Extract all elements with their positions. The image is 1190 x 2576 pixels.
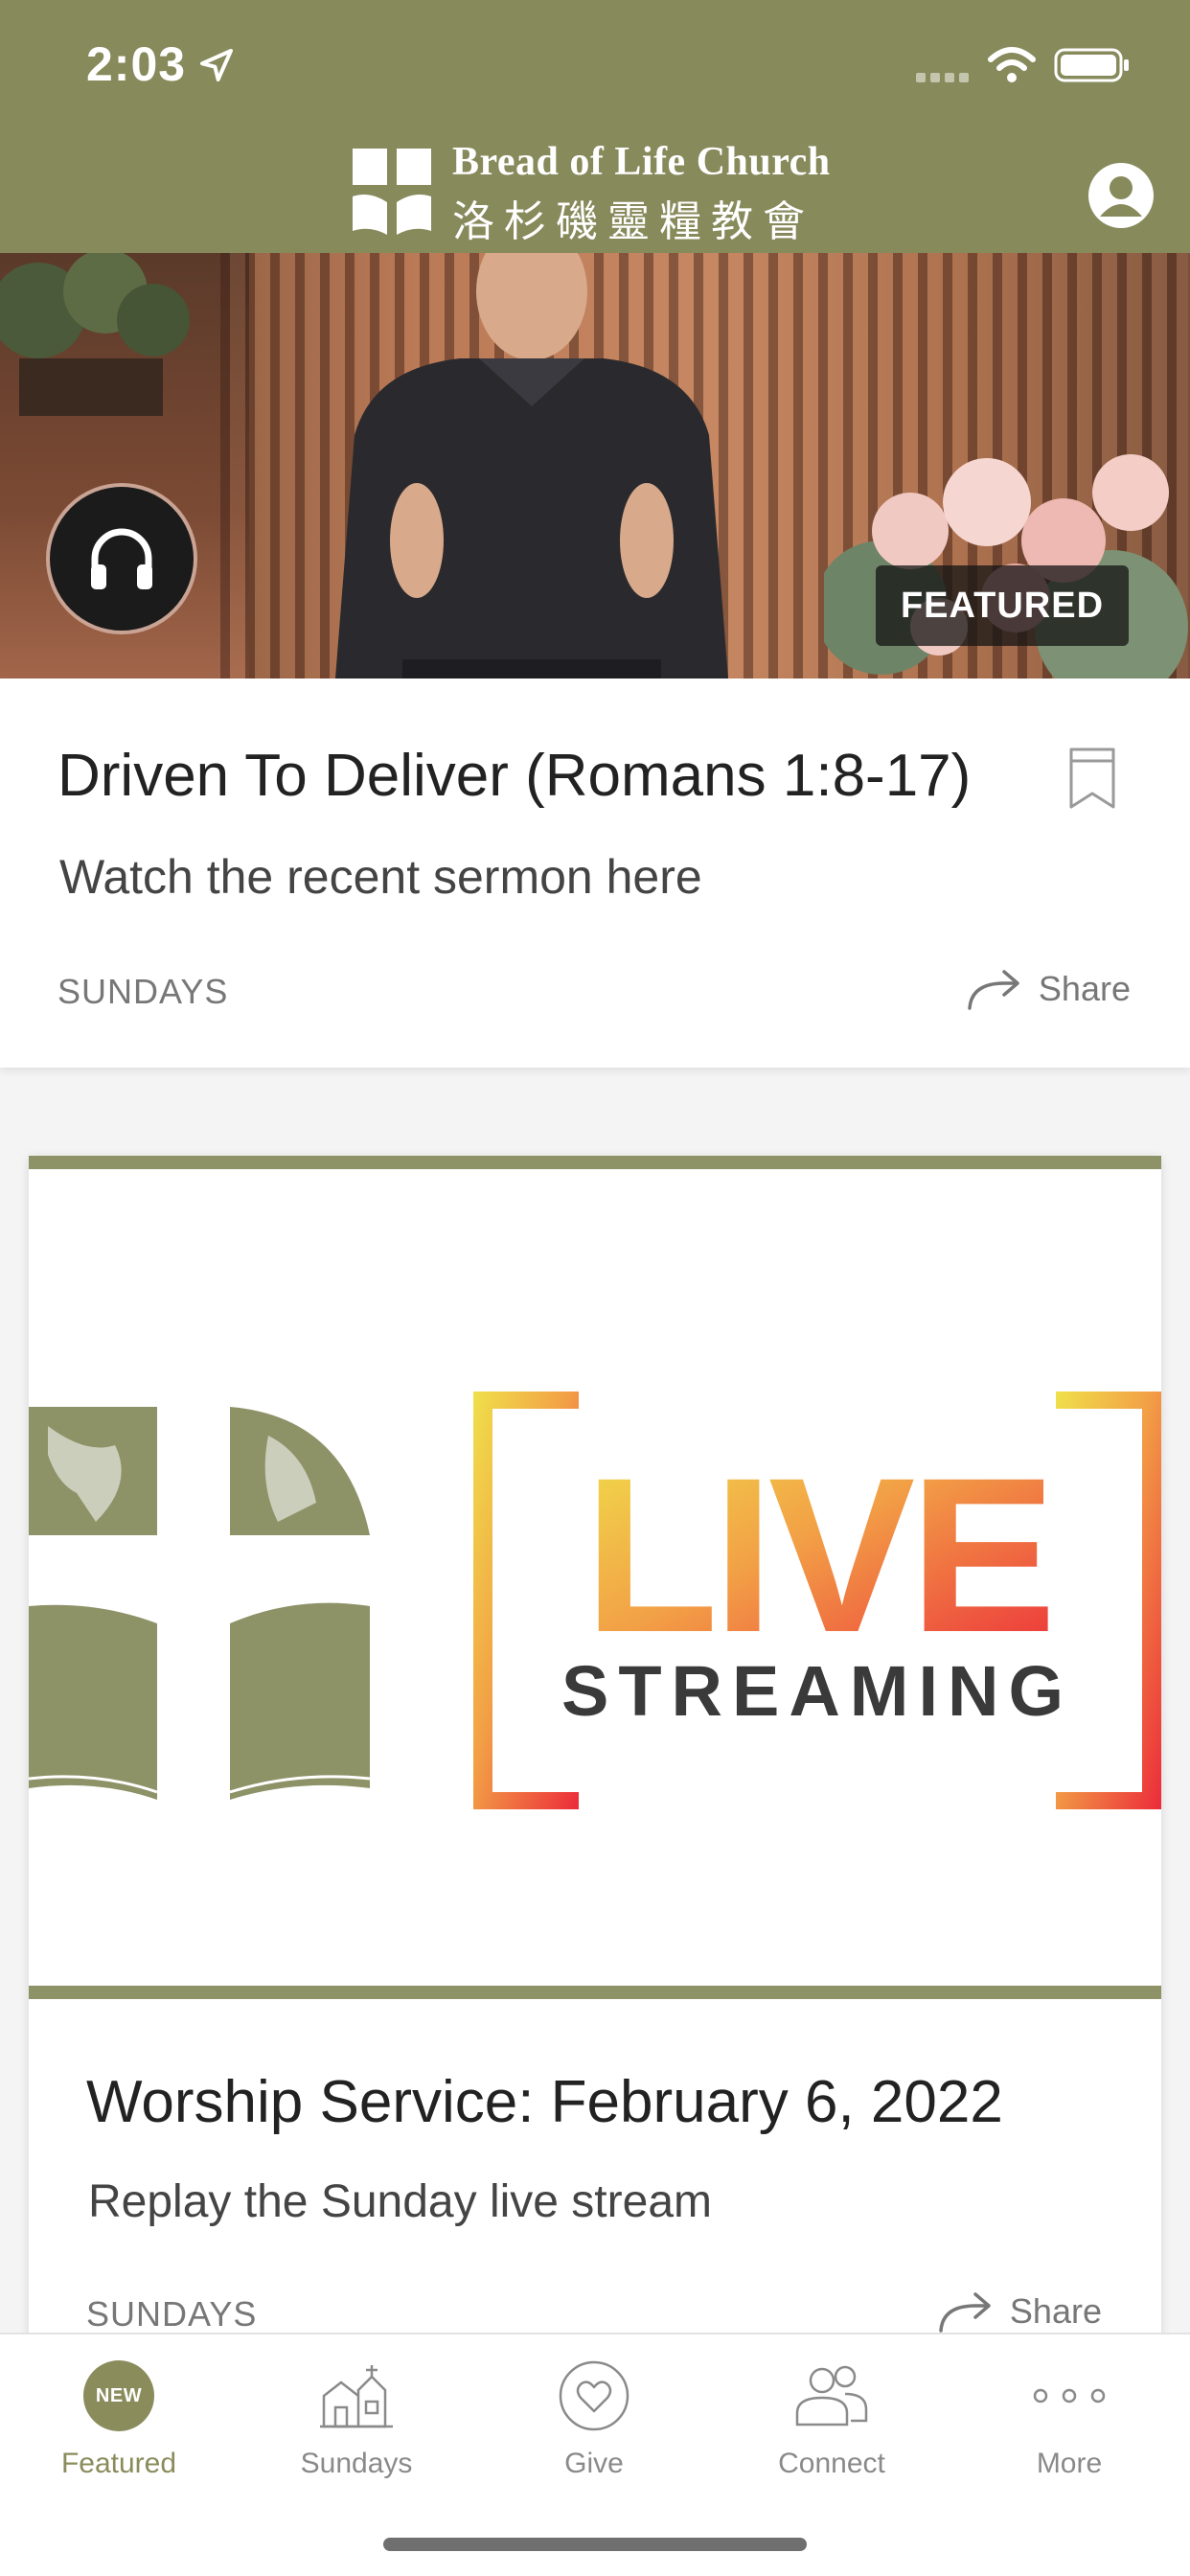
tab-label-more: More: [1036, 2448, 1103, 2479]
church-logo-mark: [29, 1407, 371, 1800]
sermon-category: SUNDAYS: [57, 972, 229, 1011]
featured-badge: FEATURED: [876, 565, 1129, 646]
live-word: LIVE: [584, 1432, 1050, 1678]
profile-icon[interactable]: [1087, 161, 1156, 230]
app-header: 2:03 Bread of Life Church 洛杉磯靈糧教會: [0, 0, 1190, 253]
new-badge: NEW: [83, 2360, 154, 2431]
church-logo: Bread of Life Church 洛杉磯靈糧教會: [351, 139, 849, 246]
heart-icon: [559, 2360, 629, 2431]
share-label: Share: [1009, 2291, 1102, 2331]
live-service-category: SUNDAYS: [86, 2294, 258, 2334]
share-arrow-icon: [939, 2292, 991, 2333]
headphones-icon: [91, 528, 152, 589]
tab-label-give: Give: [564, 2448, 624, 2479]
preacher-figure: [335, 253, 728, 678]
featured-sermon-image[interactable]: FEATURED: [0, 253, 1190, 678]
streaming-word: STREAMING: [561, 1651, 1073, 1731]
status-time: 2:03: [86, 37, 187, 91]
tab-featured[interactable]: NEW Featured: [0, 2348, 238, 2511]
tab-label-sundays: Sundays: [300, 2448, 413, 2479]
share-label: Share: [1038, 969, 1131, 1008]
people-icon: [795, 2365, 868, 2426]
share-button[interactable]: Share: [966, 962, 1131, 1016]
tab-sundays[interactable]: Sundays: [238, 2348, 475, 2511]
new-badge-icon: NEW: [80, 2358, 157, 2434]
battery-icon: [1054, 48, 1129, 82]
location-arrow-icon: [200, 49, 233, 81]
status-bar: 2:03: [0, 0, 1190, 134]
featured-sermon-card[interactable]: Driven To Deliver (Romans 1:8-17) Watch …: [0, 678, 1190, 1068]
bookmark-icon[interactable]: [1065, 746, 1119, 811]
listen-audio-button[interactable]: [46, 483, 197, 634]
live-stream-card[interactable]: LIVE STREAMING Worship Service: February…: [29, 1156, 1161, 2402]
home-indicator[interactable]: [383, 2538, 807, 2551]
brand-name-english: Bread of Life Church: [452, 140, 831, 184]
live-streaming-logo: LIVE STREAMING: [473, 1392, 1161, 1809]
cellular-signal-icon: [916, 73, 969, 82]
wifi-icon: [988, 47, 1036, 82]
tab-give[interactable]: Give: [475, 2348, 713, 2511]
sermon-subtitle: Watch the recent sermon here: [59, 850, 702, 904]
live-service-title[interactable]: Worship Service: February 6, 2022: [86, 2068, 1003, 2136]
church-icon: [320, 2365, 393, 2428]
tab-label-connect: Connect: [778, 2448, 885, 2479]
live-share-button[interactable]: Share: [937, 2285, 1102, 2338]
sermon-title[interactable]: Driven To Deliver (Romans 1:8-17): [57, 742, 971, 810]
share-arrow-icon: [968, 970, 1019, 1010]
tab-connect[interactable]: Connect: [713, 2348, 950, 2511]
tab-more[interactable]: More: [950, 2348, 1188, 2511]
live-service-subtitle: Replay the Sunday live stream: [88, 2176, 712, 2227]
more-dots-icon: [1033, 2388, 1106, 2404]
brand-name-chinese: 洛杉磯靈糧教會: [452, 197, 814, 246]
tab-label-featured: Featured: [60, 2448, 177, 2479]
live-streaming-banner[interactable]: LIVE STREAMING: [29, 1156, 1161, 1999]
globe-bible-cross-icon: [353, 149, 431, 235]
plant-decoration: [0, 253, 190, 416]
